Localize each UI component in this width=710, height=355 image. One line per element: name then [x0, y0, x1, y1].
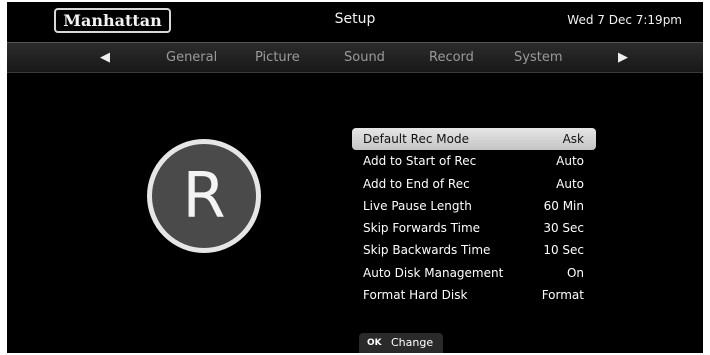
setting-row-add-to-end[interactable]: Add to End of Rec Auto	[352, 173, 596, 195]
tab-record[interactable]: Record	[429, 50, 474, 65]
setting-row-auto-disk-management[interactable]: Auto Disk Management On	[352, 262, 596, 284]
setting-label: Auto Disk Management	[363, 265, 504, 280]
right-arrow-icon[interactable]: ▶	[618, 50, 628, 65]
tab-sound[interactable]: Sound	[344, 50, 385, 65]
setting-value: 60 Min	[543, 198, 584, 213]
left-arrow-icon[interactable]: ◀	[100, 50, 110, 65]
setting-value: Format	[541, 288, 584, 303]
record-icon-letter: R	[182, 159, 226, 232]
header-bar: Manhattan Setup Wed 7 Dec 7:19pm	[7, 2, 703, 42]
record-icon: R	[147, 139, 261, 253]
setting-label: Format Hard Disk	[363, 288, 468, 303]
setting-label: Live Pause Length	[363, 198, 472, 213]
setting-label: Default Rec Mode	[363, 132, 469, 146]
setting-row-format-hard-disk[interactable]: Format Hard Disk Format	[352, 284, 596, 306]
setting-value: 10 Sec	[543, 243, 584, 258]
setting-label: Skip Backwards Time	[363, 243, 491, 258]
setting-row-add-to-start[interactable]: Add to Start of Rec Auto	[352, 150, 596, 172]
ok-change-hint[interactable]: OK Change	[359, 333, 443, 353]
tv-screen: Manhattan Setup Wed 7 Dec 7:19pm ◀ Gener…	[7, 2, 703, 353]
tab-system[interactable]: System	[514, 50, 562, 65]
date-time: Wed 7 Dec 7:19pm	[567, 13, 682, 27]
setting-value: On	[566, 265, 584, 280]
setting-row-live-pause-length[interactable]: Live Pause Length 60 Min	[352, 195, 596, 217]
tab-picture[interactable]: Picture	[255, 50, 300, 65]
setting-label: Skip Forwards Time	[363, 221, 481, 236]
tab-general[interactable]: General	[166, 50, 217, 65]
setting-row-skip-backwards[interactable]: Skip Backwards Time 10 Sec	[352, 239, 596, 261]
tab-bar: ◀ General Picture Sound Record System ▶	[7, 42, 703, 73]
ok-hint-label: Change	[391, 336, 434, 349]
setting-label: Add to Start of Rec	[363, 154, 477, 169]
setting-value: Ask	[562, 132, 584, 146]
setting-label: Add to End of Rec	[363, 176, 470, 191]
setting-row-skip-forwards[interactable]: Skip Forwards Time 30 Sec	[352, 217, 596, 239]
setting-value: Auto	[556, 154, 584, 169]
settings-list: Default Rec Mode Ask Add to Start of Rec…	[352, 128, 596, 306]
ok-key-icon: OK	[367, 338, 382, 348]
setting-value: 30 Sec	[543, 221, 584, 236]
setting-value: Auto	[556, 176, 584, 191]
setting-row-default-rec-mode[interactable]: Default Rec Mode Ask	[352, 128, 596, 151]
